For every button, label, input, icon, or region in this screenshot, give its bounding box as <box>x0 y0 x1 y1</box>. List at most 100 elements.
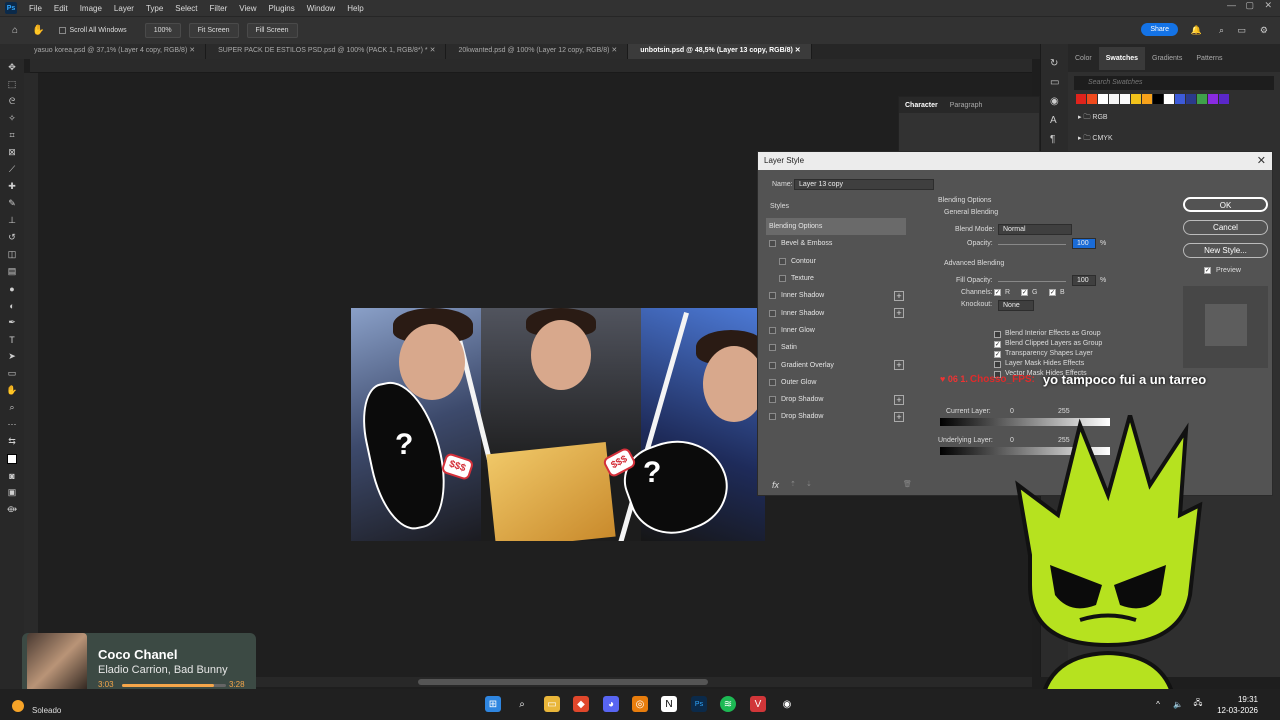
lasso-tool-icon[interactable]: ᘓ <box>0 93 24 110</box>
folder-rgb[interactable]: ▸ 🗀 RGB <box>1068 108 1280 129</box>
fx-icon[interactable]: fx <box>772 480 779 490</box>
tab-20kwanted[interactable]: 20kwanted.psd @ 100% (Layer 12 copy, RGB… <box>446 44 629 59</box>
healing-tool-icon[interactable]: ✚ <box>0 178 24 195</box>
menu-plugins[interactable]: Plugins <box>263 4 301 13</box>
spotify-icon[interactable]: ≋ <box>720 696 736 712</box>
style-checkbox[interactable] <box>769 413 776 421</box>
color-swatch[interactable] <box>1142 94 1152 104</box>
valorant-icon[interactable]: V <box>750 696 766 712</box>
color-swatch[interactable] <box>1175 94 1185 104</box>
add-style-icon[interactable]: + <box>894 290 904 301</box>
obs-icon[interactable]: ◉ <box>779 696 795 712</box>
zoom-100-button[interactable]: 100% <box>144 23 181 38</box>
tab-swatches[interactable]: Swatches <box>1098 46 1146 70</box>
style-item[interactable]: Blending Options <box>766 218 906 236</box>
workspace-icon[interactable]: ▭ <box>1237 25 1246 36</box>
magic-wand-tool-icon[interactable]: ✧ <box>0 110 24 127</box>
fill-screen-button[interactable]: Fill Screen <box>246 23 298 38</box>
style-checkbox[interactable] <box>769 344 776 352</box>
swap-colors-icon[interactable]: ⇆ <box>0 433 24 450</box>
tab-paragraph[interactable]: Paragraph <box>944 102 989 109</box>
quick-mask-icon[interactable]: ◙ <box>0 467 24 484</box>
close-tab-icon[interactable]: ✕ <box>430 47 436 54</box>
tray-chevron-icon[interactable]: ^ <box>1150 696 1166 712</box>
style-item[interactable]: Texture <box>766 270 906 287</box>
style-checkbox[interactable] <box>769 378 776 386</box>
minimize-icon[interactable]: — <box>1227 0 1236 10</box>
add-style-icon[interactable]: + <box>894 394 904 405</box>
menu-image[interactable]: Image <box>74 4 108 13</box>
menu-select[interactable]: Select <box>169 4 203 13</box>
color-swatch[interactable] <box>1109 94 1119 104</box>
close-tab-icon[interactable]: ✕ <box>611 47 617 54</box>
color-swatch[interactable] <box>1186 94 1196 104</box>
search-icon[interactable]: ⌕ <box>1219 25 1224 36</box>
rectangle-tool-icon[interactable]: ▭ <box>0 365 24 382</box>
pen-tool-icon[interactable]: ✒ <box>0 314 24 331</box>
style-item[interactable]: Inner Shadow + <box>766 304 906 321</box>
move-up-icon[interactable]: ⇡ <box>790 480 796 488</box>
style-item[interactable]: Drop Shadow + <box>766 408 906 425</box>
fill-opacity-slider[interactable] <box>998 281 1066 282</box>
trash-icon[interactable]: 🗑 <box>903 480 912 488</box>
style-item[interactable]: Outer Glow <box>766 374 906 391</box>
advanced-checkbox[interactable] <box>994 331 1001 338</box>
color-swatch[interactable] <box>1219 94 1229 104</box>
style-checkbox[interactable] <box>769 292 776 300</box>
search-icon[interactable]: ⌕ <box>514 696 530 712</box>
volume-icon[interactable]: 🔈 <box>1170 696 1186 712</box>
cancel-button[interactable]: Cancel <box>1183 220 1268 235</box>
style-checkbox[interactable] <box>779 257 786 265</box>
color-swatch[interactable] <box>1164 94 1174 104</box>
move-down-icon[interactable]: ⇣ <box>806 480 812 488</box>
hand-tool-icon[interactable]: ✋ <box>32 25 44 36</box>
advanced-checkbox[interactable] <box>994 361 1001 368</box>
menu-type[interactable]: Type <box>140 4 169 13</box>
tab-super-pack[interactable]: SUPER PACK DE ESTILOS PSD.psd @ 100% (PA… <box>206 44 447 59</box>
blend-mode-select[interactable]: Normal <box>998 224 1072 235</box>
frame-tool-icon[interactable]: ⊠ <box>0 144 24 161</box>
menu-window[interactable]: Window <box>301 4 341 13</box>
style-item[interactable]: Contour <box>766 253 906 270</box>
eyedropper-tool-icon[interactable]: ⟋ <box>0 161 24 178</box>
style-checkbox[interactable] <box>769 240 776 248</box>
advanced-checkbox[interactable]: ✓ <box>994 341 1001 348</box>
marquee-tool-icon[interactable]: ⬚ <box>0 76 24 93</box>
menu-edit[interactable]: Edit <box>48 4 74 13</box>
add-style-icon[interactable]: + <box>894 308 904 319</box>
dodge-tool-icon[interactable]: ◐ <box>0 297 24 314</box>
layer-name-field[interactable]: Layer 13 copy <box>794 179 934 190</box>
new-style-button[interactable]: New Style... <box>1183 243 1268 258</box>
tab-yasuo-korea[interactable]: yasuo korea.psd @ 37,1% (Layer 4 copy, R… <box>0 44 207 59</box>
share-button[interactable]: Share <box>1141 23 1178 36</box>
discord-icon[interactable]: ◕ <box>603 696 619 712</box>
type-tool-icon[interactable]: T <box>0 331 24 348</box>
style-checkbox[interactable] <box>769 326 776 334</box>
path-select-icon[interactable]: ➤ <box>0 348 24 365</box>
color-swatches-icon[interactable] <box>0 450 24 467</box>
menu-view[interactable]: View <box>233 4 262 13</box>
channel-r-checkbox[interactable]: ✓ <box>994 289 1001 296</box>
zoom-tool-icon[interactable]: ⌕ <box>0 399 24 416</box>
home-icon[interactable]: ⌂ <box>12 25 18 36</box>
close-tab-icon[interactable]: ✕ <box>795 47 801 54</box>
blur-tool-icon[interactable]: ● <box>0 280 24 297</box>
close-window-icon[interactable]: ✕ <box>1264 0 1272 11</box>
menu-help[interactable]: Help <box>341 4 369 13</box>
folder-cmyk[interactable]: ▸ 🗀 CMYK <box>1068 129 1280 150</box>
eraser-tool-icon[interactable]: ◫ <box>0 246 24 263</box>
file-explorer-icon[interactable]: ▭ <box>544 696 560 712</box>
ok-button[interactable]: OK <box>1183 197 1268 212</box>
style-checkbox[interactable] <box>769 309 776 317</box>
tab-color[interactable]: Color <box>1068 55 1099 62</box>
screen-mode-icon[interactable]: ▣ <box>0 484 24 501</box>
color-swatch[interactable] <box>1153 94 1163 104</box>
channel-g-checkbox[interactable]: ✓ <box>1021 289 1028 296</box>
color-swatch[interactable] <box>1076 94 1086 104</box>
style-item[interactable]: Inner Glow <box>766 322 906 339</box>
menu-file[interactable]: File <box>23 4 48 13</box>
color-panel-icon[interactable]: ◉ <box>1050 96 1068 107</box>
photoshop-taskbar-icon[interactable]: Ps <box>691 696 707 712</box>
fit-screen-button[interactable]: Fit Screen <box>188 23 239 38</box>
gradient-tool-icon[interactable]: ▤ <box>0 263 24 280</box>
